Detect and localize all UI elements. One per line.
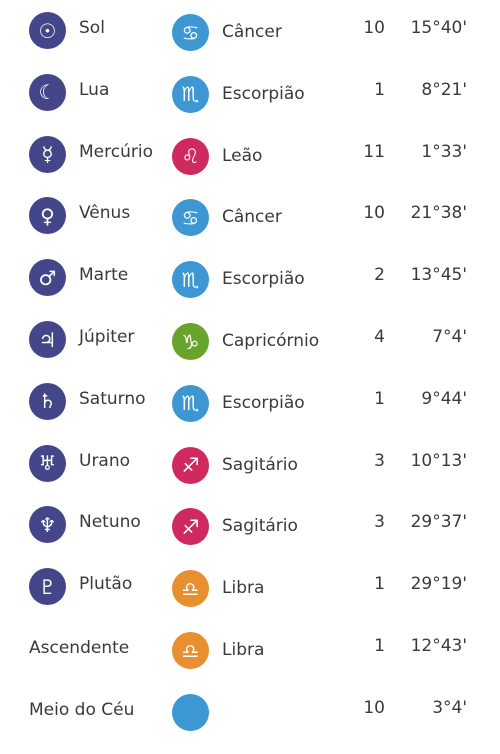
sign-name: Câncer <box>222 22 282 42</box>
scorpio-icon: ♏ <box>172 384 209 422</box>
uranus-icon: ♅ <box>29 444 66 482</box>
degree-value: 9°44' <box>421 388 467 409</box>
house-number: 10 <box>363 203 385 224</box>
planet-name: Vênus <box>79 203 131 224</box>
sign-name: Câncer <box>222 207 282 228</box>
house-number: 3 <box>374 450 385 471</box>
venus-icon: ♀ <box>29 197 66 235</box>
house-number: 11 <box>363 141 385 162</box>
mars-icon: ♂ <box>29 259 66 297</box>
house-number: 4 <box>374 327 385 347</box>
planet-name: Ascendente <box>29 638 130 658</box>
planet-row: ♄ Saturno ♏ Escorpião 1 9°44' <box>0 382 500 445</box>
planet-name: Plutão <box>79 574 133 595</box>
house-number: 2 <box>374 265 385 286</box>
planet-row: ♀ Vênus ♋ Câncer 10 21°38' <box>0 197 500 259</box>
degree-value: 1°33' <box>421 141 467 162</box>
planet-name: Marte <box>79 265 129 286</box>
libra-icon: ♎ <box>172 570 209 608</box>
mercury-icon: ☿ <box>29 135 66 173</box>
planet-name: Júpiter <box>79 327 135 347</box>
degree-value: 29°19' <box>410 574 467 595</box>
planet-name: Netuno <box>79 512 141 533</box>
planet-row: ☾ Lua ♏ Escorpião 1 8°21' <box>0 73 500 136</box>
degree-value: 13°45' <box>410 265 467 286</box>
planet-row: ☿ Mercúrio ♌ Leão 11 1°33' <box>0 135 500 198</box>
house-number: 1 <box>374 79 385 100</box>
planet-row: ♆ Netuno ♐ Sagitário 3 29°37' <box>0 506 500 568</box>
planet-name: Lua <box>79 79 110 100</box>
planet-row: ♂ Marte ♏ Escorpião 2 13°45' <box>0 259 500 321</box>
saturn-icon: ♄ <box>29 382 66 420</box>
degree-value: 3°4' <box>432 697 467 718</box>
planet-name: Urano <box>79 450 131 471</box>
planet-row: Meio do Céu 10 3°4' <box>0 692 500 754</box>
sign-name: Leão <box>222 145 263 166</box>
moon-icon: ☾ <box>29 73 66 111</box>
sign-name: Sagitário <box>222 516 298 537</box>
jupiter-icon: ♃ <box>29 321 66 358</box>
degree-value: 12°43' <box>410 636 467 656</box>
pluto-icon: ♇ <box>29 568 66 606</box>
sagittarius-icon: ♐ <box>172 508 209 546</box>
planet-row: ♃ Júpiter ♑ Capricórnio 4 7°4' <box>0 321 500 383</box>
house-number: 10 <box>363 18 385 38</box>
planet-row: Ascendente ♎ Libra 1 12°43' <box>0 630 500 692</box>
planet-name: Mercúrio <box>79 141 153 162</box>
libra-icon: ♎ <box>172 632 209 669</box>
planet-row: ♇ Plutão ♎ Libra 1 29°19' <box>0 568 500 630</box>
partial-sign-icon <box>172 693 209 731</box>
capricorn-icon: ♑ <box>172 323 209 360</box>
house-number: 1 <box>374 574 385 595</box>
planet-name: Saturno <box>79 388 146 409</box>
sign-name: Escorpião <box>222 83 305 104</box>
sign-name: Libra <box>222 640 265 660</box>
house-number: 1 <box>374 636 385 656</box>
sun-icon: ☉ <box>29 12 66 49</box>
leo-icon: ♌ <box>172 137 209 175</box>
sign-name: Escorpião <box>222 392 305 413</box>
planet-name: Sol <box>79 18 105 38</box>
scorpio-icon: ♏ <box>172 75 209 113</box>
sign-name: Libra <box>222 578 265 599</box>
cancer-icon: ♋ <box>172 199 209 237</box>
house-number: 1 <box>374 388 385 409</box>
planet-row: ☉ Sol ♋ Câncer 10 15°40' <box>0 12 500 74</box>
degree-value: 29°37' <box>410 512 467 533</box>
house-number: 10 <box>363 697 385 718</box>
planet-row: ♅ Urano ♐ Sagitário 3 10°13' <box>0 444 500 507</box>
degree-value: 10°13' <box>410 450 467 471</box>
degree-value: 8°21' <box>421 79 467 100</box>
degree-value: 15°40' <box>410 18 467 38</box>
house-number: 3 <box>374 512 385 533</box>
neptune-icon: ♆ <box>29 506 66 544</box>
sign-name: Escorpião <box>222 269 305 290</box>
cancer-icon: ♋ <box>172 14 209 51</box>
scorpio-icon: ♏ <box>172 261 209 299</box>
sign-name: Capricórnio <box>222 331 320 351</box>
degree-value: 21°38' <box>410 203 467 224</box>
degree-value: 7°4' <box>432 327 467 347</box>
planet-name: Meio do Céu <box>29 699 135 720</box>
sagittarius-icon: ♐ <box>172 446 209 484</box>
sign-name: Sagitário <box>222 454 298 475</box>
